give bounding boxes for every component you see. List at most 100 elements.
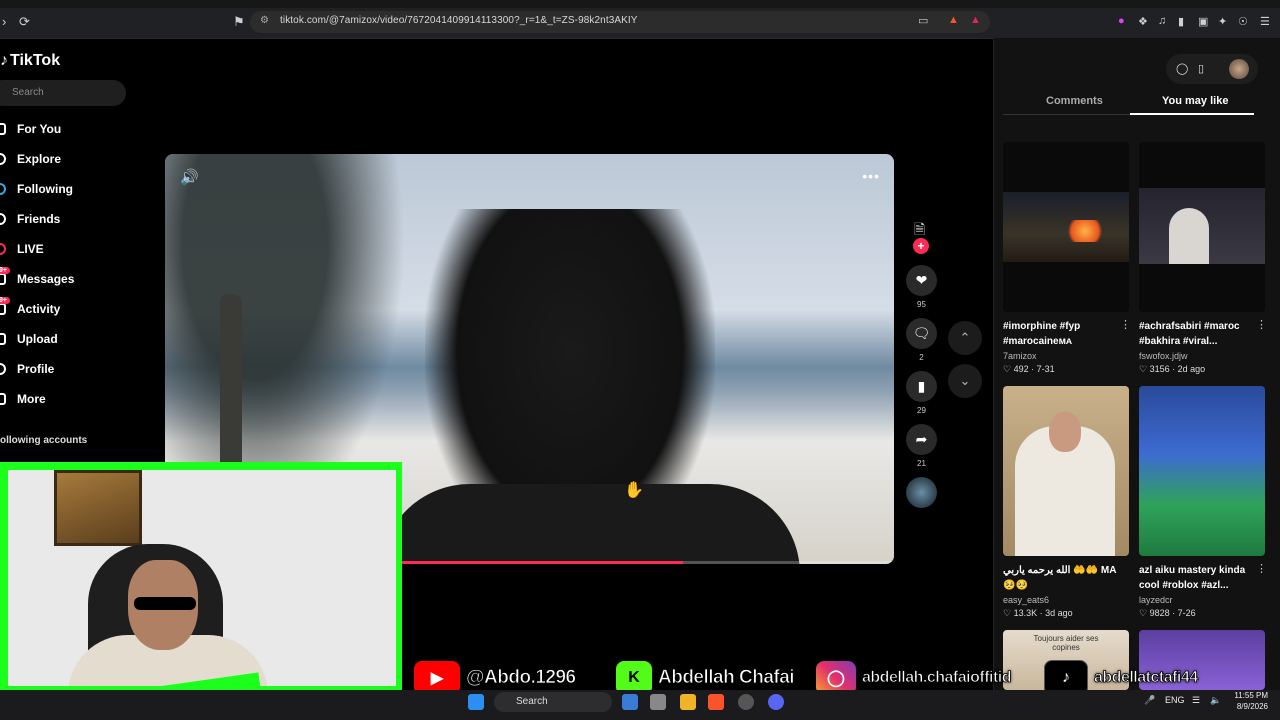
- nav-following[interactable]: Following: [0, 179, 73, 199]
- like-button[interactable]: ❤ 95: [906, 265, 937, 309]
- follow-plus-button[interactable]: +: [913, 238, 929, 254]
- video-card[interactable]: الله يرحمه ياربي 🤲🤲 MA 🥺🥺 easy_eats6 ♡ 1…: [1003, 386, 1129, 619]
- heart-outline-icon: ♡: [1003, 608, 1014, 618]
- cast-icon[interactable]: ▭: [918, 14, 928, 27]
- video-thumbnail: [1139, 386, 1265, 556]
- save-button[interactable]: ▮ 29: [906, 371, 937, 415]
- friends-icon: [0, 213, 6, 225]
- folder-icon[interactable]: [680, 694, 696, 710]
- comment-button[interactable]: 🗨 2: [906, 318, 937, 362]
- nav-explore[interactable]: Explore: [0, 149, 61, 169]
- video-card[interactable]: #achrafsabiri #maroc #bakhira #viral... …: [1139, 142, 1267, 375]
- taskbar-search[interactable]: Search: [494, 692, 612, 712]
- user-avatar[interactable]: [1229, 59, 1249, 79]
- heart-icon: ❤: [906, 265, 937, 296]
- wallet-icon[interactable]: ▣: [1198, 15, 1208, 28]
- volume-tray-icon[interactable]: 🔈: [1210, 695, 1221, 706]
- nav-live[interactable]: LIVE: [0, 239, 44, 259]
- like-count: 95: [917, 300, 926, 309]
- next-video-button[interactable]: ⌄: [948, 364, 982, 398]
- tiktok-logo[interactable]: ♪ TikTok: [0, 52, 60, 70]
- nav-upload[interactable]: Upload: [0, 329, 58, 349]
- task-view-icon[interactable]: [622, 694, 638, 710]
- nav-more[interactable]: More: [0, 389, 46, 409]
- card-meta: ♡ 492 · 7-31: [1003, 364, 1055, 374]
- card-more-icon[interactable]: ⋮: [1256, 318, 1267, 331]
- nav-for-you[interactable]: For You: [0, 119, 61, 139]
- sidebar-icon[interactable]: ▮: [1178, 15, 1184, 28]
- card-author: layzedcr: [1139, 595, 1173, 605]
- bookmark-icon[interactable]: ⚑: [233, 14, 245, 30]
- window-icon[interactable]: [650, 694, 666, 710]
- thumbnail-image: [1003, 192, 1129, 262]
- tab-comments[interactable]: Comments: [1046, 95, 1103, 107]
- thumbnail-person: [1169, 208, 1209, 264]
- profile-icon: [0, 363, 6, 375]
- brave-rewards-icon[interactable]: ▲: [970, 14, 981, 26]
- nav-friends[interactable]: Friends: [0, 209, 60, 229]
- tab-strip: [0, 0, 1280, 8]
- video-subject-body: [380, 484, 800, 564]
- nav-profile[interactable]: Profile: [0, 359, 54, 379]
- following-icon: [0, 183, 6, 195]
- card-title: #imorphine #fyp #marocaineᴍᴀ: [1003, 321, 1081, 347]
- video-card[interactable]: #imorphine #fyp #marocaineᴍᴀ ⋮ 7amizox ♡…: [1003, 142, 1131, 375]
- menu-icon[interactable]: ☰: [1260, 15, 1270, 28]
- save-count: 29: [917, 406, 926, 415]
- share-button[interactable]: ➦ 21: [906, 424, 937, 468]
- card-title: #achrafsabiri #maroc #bakhira #viral...: [1139, 321, 1240, 347]
- messages-badge: 9+: [0, 267, 10, 274]
- card-more-icon[interactable]: ⋮: [1120, 318, 1131, 331]
- search-input[interactable]: Search: [0, 80, 126, 106]
- card-more-icon[interactable]: ⋮: [1256, 562, 1267, 575]
- taskbar: [0, 690, 1280, 720]
- lion-painting: [54, 470, 142, 546]
- mouse-cursor-icon: ✋: [624, 482, 644, 499]
- card-author: 7amizox: [1003, 351, 1037, 361]
- system-clock[interactable]: 11:55 PM 8/9/2026: [1228, 690, 1268, 712]
- obs-icon[interactable]: [738, 694, 754, 710]
- discord-icon[interactable]: [768, 694, 784, 710]
- address-bar[interactable]: ⚙ tiktok.com/@7amizox/video/767204140991…: [250, 11, 990, 33]
- video-thumbnail: [1003, 142, 1129, 312]
- activity-badge: 9+: [0, 297, 10, 304]
- music-icon[interactable]: ♫: [1158, 15, 1166, 27]
- leo-icon[interactable]: ✦: [1218, 15, 1227, 28]
- fire-glow: [1065, 220, 1105, 242]
- back-icon[interactable]: ›: [2, 14, 6, 29]
- thumbnail-caption: Toujours aider ses copines: [1033, 634, 1099, 652]
- sunglasses: [134, 597, 196, 610]
- music-disc[interactable]: [906, 477, 937, 508]
- reload-icon[interactable]: ⟳: [19, 14, 30, 30]
- nav-activity[interactable]: 9+ Activity: [0, 297, 60, 319]
- more-options-icon[interactable]: •••: [862, 168, 880, 184]
- site-info-icon[interactable]: ⚙: [260, 15, 269, 26]
- webcam-feed: [8, 470, 396, 686]
- puzzle-icon[interactable]: ❖: [1138, 15, 1148, 28]
- video-card[interactable]: azl aiku mastery kinda cool #roblox #azl…: [1139, 386, 1267, 619]
- compass-icon: [0, 153, 6, 165]
- upload-icon: [0, 333, 6, 345]
- windows-start-icon[interactable]: [468, 694, 484, 710]
- brave-icon[interactable]: [708, 694, 724, 710]
- device-icon[interactable]: ▯: [1198, 62, 1204, 75]
- tab-you-may-like[interactable]: You may like: [1162, 95, 1228, 107]
- previous-video-button[interactable]: ⌃: [948, 321, 982, 355]
- coin-icon[interactable]: ◯: [1176, 62, 1188, 75]
- heart-outline-icon: ♡: [1003, 364, 1014, 374]
- brave-shield-icon[interactable]: ▲: [948, 14, 959, 26]
- nav-messages[interactable]: 9+ Messages: [0, 267, 74, 289]
- vpn-icon[interactable]: ☉: [1238, 15, 1248, 28]
- home-icon: [0, 123, 6, 135]
- extension-icon[interactable]: ●: [1118, 15, 1125, 27]
- live-icon: [0, 243, 6, 255]
- message-icon: [0, 273, 6, 285]
- language-indicator[interactable]: ENG: [1165, 695, 1185, 705]
- share-count: 21: [917, 459, 926, 468]
- chevron-down-icon: ⌄: [959, 373, 971, 388]
- wifi-icon[interactable]: ☰: [1192, 695, 1200, 706]
- video-thumbnail: [1139, 142, 1265, 312]
- microphone-icon[interactable]: 🎤: [1144, 695, 1155, 706]
- volume-icon[interactable]: 🔊: [180, 168, 199, 186]
- thumbnail-face: [1049, 412, 1081, 452]
